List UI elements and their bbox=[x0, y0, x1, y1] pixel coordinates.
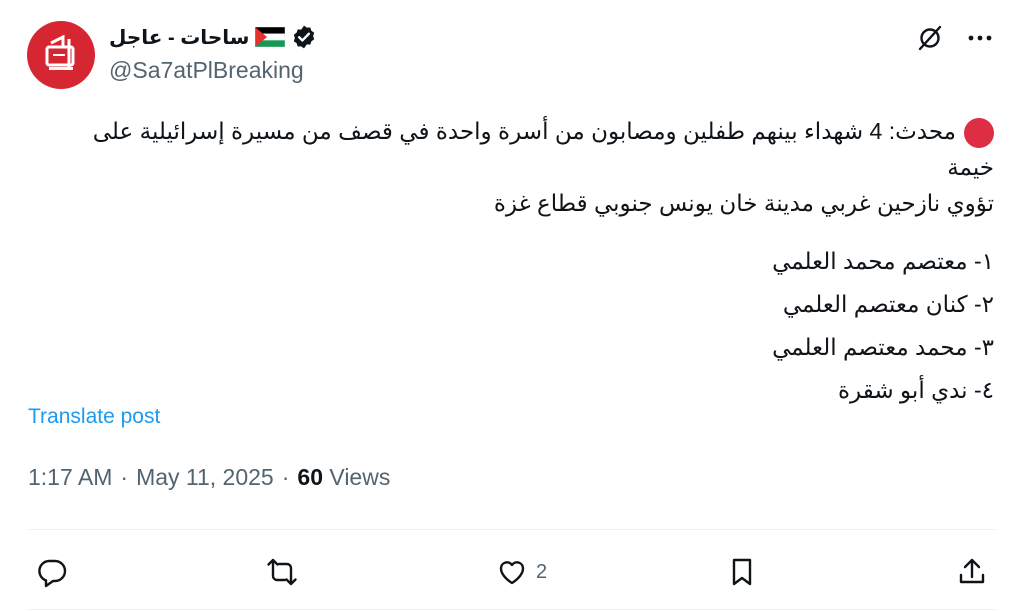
tweet-line-1: محدث: 4 شهداء بينهم طفلين ومصابون من أسر… bbox=[60, 113, 994, 185]
views-count: 60 bbox=[297, 464, 323, 490]
more-button[interactable] bbox=[966, 22, 994, 54]
top-actions bbox=[916, 22, 994, 54]
like-count: 2 bbox=[536, 560, 548, 583]
palestine-flag-icon bbox=[255, 27, 286, 47]
like-icon bbox=[499, 561, 525, 585]
author-display-name[interactable]: ساحات - عاجل bbox=[109, 25, 249, 50]
share-button[interactable] bbox=[956, 550, 988, 594]
action-bar: 2 bbox=[0, 550, 1024, 594]
tweet-meta: 1:17 AM · May 11, 2025 · 60 Views bbox=[28, 464, 390, 491]
views-label: Views bbox=[329, 464, 391, 490]
list-item: ٣- محمد معتصم العلمي bbox=[772, 334, 994, 360]
avatar[interactable] bbox=[27, 21, 95, 89]
like-button[interactable]: 2 bbox=[496, 550, 547, 594]
bookmark-icon bbox=[732, 558, 752, 586]
more-icon bbox=[968, 35, 992, 41]
tweet-detail: ساحات - عاجل @Sa7atPlBreaking محدث: 4 شه… bbox=[0, 0, 1024, 611]
tweet-date[interactable]: May 11, 2025 bbox=[136, 464, 274, 491]
tweet-time[interactable]: 1:17 AM bbox=[28, 464, 112, 491]
divider bbox=[28, 529, 996, 530]
reply-icon bbox=[38, 559, 67, 588]
author-name-row[interactable]: ساحات - عاجل bbox=[109, 20, 317, 54]
reply-button[interactable] bbox=[36, 550, 76, 594]
meta-separator: · bbox=[120, 464, 129, 490]
tweet-line-1-text: محدث: 4 شهداء بينهم طفلين ومصابون من أسر… bbox=[92, 118, 994, 180]
grok-button[interactable] bbox=[916, 22, 944, 54]
tweet-text: محدث: 4 شهداء بينهم طفلين ومصابون من أسر… bbox=[60, 113, 994, 221]
repost-button[interactable] bbox=[266, 550, 306, 594]
list-item: ٢- كنان معتصم العلمي bbox=[782, 291, 994, 317]
red-circle-icon bbox=[964, 117, 994, 148]
author-handle[interactable]: @Sa7atPlBreaking bbox=[109, 57, 304, 84]
share-icon bbox=[959, 558, 985, 584]
list-item: ١- معتصم محمد العلمي bbox=[772, 248, 994, 274]
names-list: ١- معتصم محمد العلمي ٢- كنان معتصم العلم… bbox=[772, 240, 994, 412]
bookmark-button[interactable] bbox=[726, 550, 766, 594]
grok-icon bbox=[918, 25, 942, 51]
meta-separator: · bbox=[281, 464, 290, 490]
sahat-logo-icon bbox=[45, 34, 75, 70]
tweet-line-2: تؤوي نازحين غربي مدينة خان يونس جنوبي قط… bbox=[493, 190, 994, 216]
list-item: ٤- ندي أبو شقرة bbox=[838, 377, 994, 403]
verified-badge-icon bbox=[294, 25, 315, 49]
repost-icon bbox=[267, 558, 297, 586]
divider bbox=[28, 609, 996, 610]
translate-post-link[interactable]: Translate post bbox=[28, 405, 160, 429]
